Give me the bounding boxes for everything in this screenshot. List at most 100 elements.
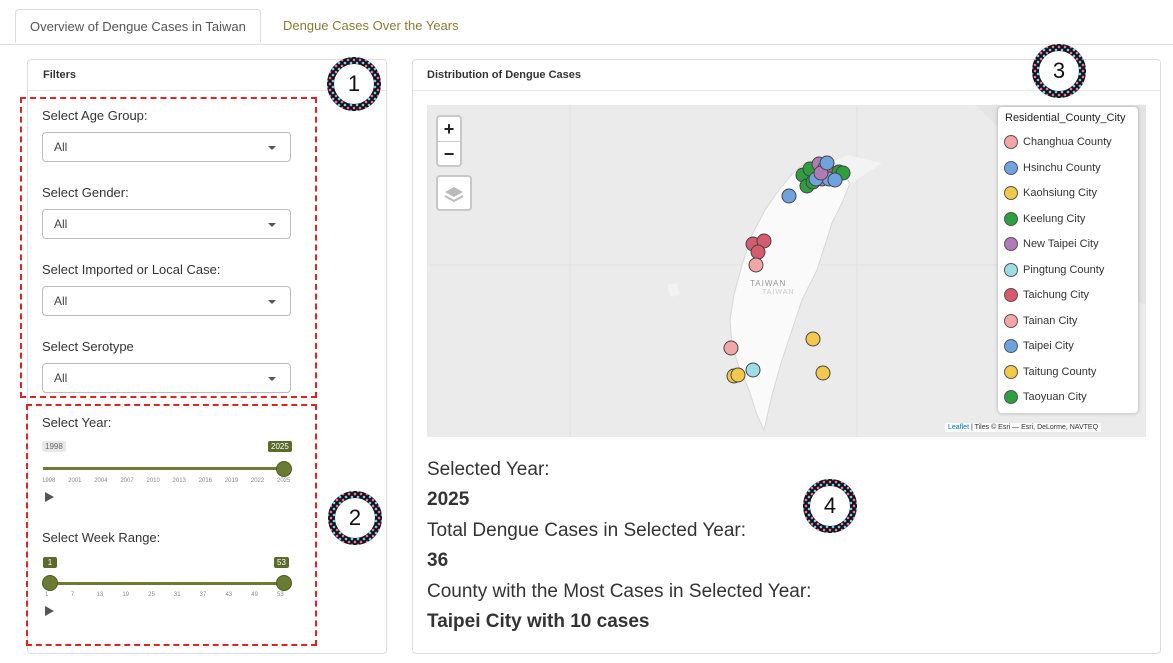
selected-year-label: Selected Year:	[427, 459, 550, 480]
slider-tick-label: 2022	[250, 478, 265, 484]
legend-swatch	[1004, 339, 1018, 354]
tab-over-years[interactable]: Dengue Cases Over the Years	[269, 9, 473, 43]
case-marker[interactable]	[815, 365, 831, 381]
legend-item: Keelung City	[1004, 211, 1085, 228]
slider-tick-label: 37	[199, 592, 207, 598]
legend-swatch	[1004, 364, 1018, 379]
legend-swatch	[1004, 313, 1018, 328]
callout-4: 4	[803, 479, 857, 533]
play-icon[interactable]	[45, 492, 54, 502]
case-type-value: All	[54, 294, 68, 308]
slider-tick-label: 43	[225, 592, 233, 598]
legend-label: New Taipei City	[1023, 238, 1099, 250]
case-marker[interactable]	[750, 244, 766, 260]
slider-tick-label: 53	[277, 592, 284, 598]
legend-label: Taipei City	[1023, 340, 1074, 352]
year-slider-handle[interactable]	[276, 461, 292, 477]
legend-item: Kaohsiung City	[1004, 185, 1097, 202]
case-marker[interactable]	[781, 188, 797, 204]
gender-label: Select Gender:	[42, 185, 129, 200]
slider-tick-label: 2001	[68, 478, 82, 484]
legend-item: New Taipei City	[1004, 236, 1099, 253]
legend-swatch	[1004, 390, 1018, 405]
week-to-badge: 53	[274, 557, 289, 568]
map-panel-title: Distribution of Dengue Cases	[427, 69, 582, 81]
case-marker[interactable]	[748, 257, 764, 273]
legend-item: Changhua County	[1004, 134, 1112, 151]
year-min-badge: 1998	[42, 441, 66, 452]
legend-item: Taoyuan City	[1004, 389, 1087, 406]
case-marker[interactable]	[805, 331, 821, 347]
caret-down-icon	[268, 223, 276, 227]
callout-2: 2	[328, 491, 382, 545]
week-slider-from-handle[interactable]	[42, 575, 58, 591]
attribution-text: | Tiles © Esri — Esri, DeLorme, NAVTEQ	[969, 424, 1099, 431]
case-marker[interactable]	[827, 172, 843, 188]
filters-title: Filters	[43, 69, 77, 81]
zoom-in-button[interactable]: +	[438, 117, 460, 142]
year-value-badge: 2025	[268, 441, 292, 452]
legend-swatch	[1004, 186, 1018, 201]
layers-icon	[444, 187, 464, 203]
legend-label: Hsinchu County	[1023, 161, 1101, 174]
slider-tick-label: 25	[148, 592, 155, 598]
slider-tick-label: 2025	[277, 478, 291, 484]
legend-swatch	[1004, 288, 1018, 303]
slider-tick-label: 2013	[172, 478, 186, 484]
legend-swatch	[1004, 211, 1018, 226]
caret-down-icon	[268, 146, 276, 150]
tab-overview[interactable]: Overview of Dengue Cases in Taiwan	[15, 9, 261, 43]
gender-select[interactable]: All	[42, 209, 291, 239]
caret-down-icon	[268, 300, 276, 304]
slider-tick-label: 1	[45, 592, 49, 598]
legend-label: Kaohsiung City	[1023, 187, 1097, 199]
case-type-select[interactable]: All	[42, 286, 291, 316]
zoom-out-button[interactable]: −	[438, 142, 460, 166]
slider-tick-label: 19	[122, 592, 130, 598]
caret-down-icon	[268, 377, 276, 381]
serotype-label: Select Serotype	[42, 339, 134, 354]
legend-item: Tainan City	[1004, 313, 1077, 330]
age-group-value: All	[54, 140, 68, 154]
case-marker[interactable]	[745, 362, 761, 378]
slider-tick-label: 31	[173, 592, 181, 598]
leaflet-link[interactable]: Leaflet	[948, 424, 969, 431]
legend-item: Taipei City	[1004, 338, 1074, 355]
legend-label: Taoyuan City	[1023, 391, 1087, 403]
gender-value: All	[54, 217, 68, 231]
legend-swatch	[1004, 160, 1018, 175]
case-marker[interactable]	[819, 155, 835, 171]
serotype-select[interactable]: All	[42, 363, 291, 393]
top-county-label: County with the Most Cases in Selected Y…	[427, 581, 812, 602]
legend-item: Taitung County	[1004, 364, 1096, 381]
legend-swatch	[1004, 262, 1018, 277]
map-attribution: Leaflet | Tiles © Esri — Esri, DeLorme, …	[945, 423, 1102, 432]
slider-tick-label: 49	[251, 592, 258, 598]
slider-tick-label: 2019	[224, 478, 239, 484]
year-slider-track[interactable]	[43, 467, 283, 470]
legend-item: Hsinchu County	[1004, 160, 1101, 177]
map-legend: Residential_County_City Changhua County H…	[998, 107, 1138, 413]
slider-tick-label: 2007	[120, 478, 134, 484]
top-county-value: Taipei City with 10 cases	[427, 611, 650, 632]
slider-tick-label: 2010	[146, 478, 160, 484]
age-group-select[interactable]: All	[42, 132, 291, 162]
case-marker[interactable]	[730, 367, 746, 383]
legend-label: Taichung City	[1023, 289, 1090, 301]
callout-1: 1	[327, 57, 381, 111]
legend-label: Changhua County	[1023, 136, 1112, 148]
case-marker[interactable]	[723, 340, 739, 356]
week-slider-track[interactable]	[50, 582, 283, 585]
total-cases-label: Total Dengue Cases in Selected Year:	[427, 520, 746, 541]
layers-button[interactable]	[436, 175, 472, 211]
dengue-map[interactable]: TAIWAN TAIWAN + − Residential_County_Cit…	[427, 105, 1146, 437]
selected-year-value: 2025	[427, 489, 470, 510]
slider-tick-label: 1998	[42, 478, 56, 484]
play-icon[interactable]	[45, 606, 54, 616]
legend-label: Pingtung County	[1023, 263, 1105, 276]
serotype-value: All	[54, 371, 68, 385]
legend-swatch	[1004, 237, 1018, 252]
week-from-badge: 1	[43, 557, 57, 568]
week-slider-to-handle[interactable]	[276, 575, 292, 591]
callout-3: 3	[1032, 44, 1086, 98]
